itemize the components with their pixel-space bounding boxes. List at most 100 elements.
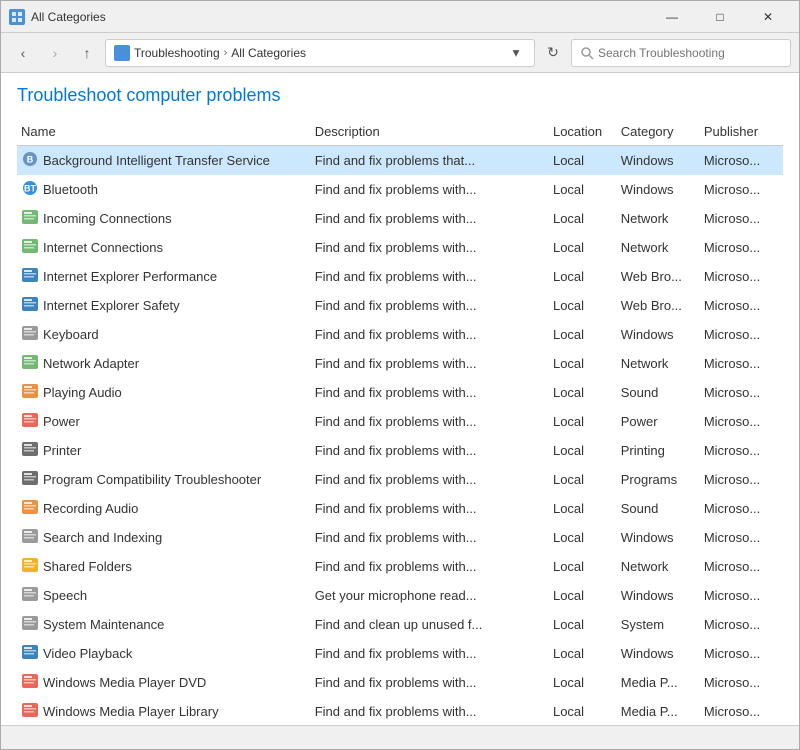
col-header-category[interactable]: Category	[617, 120, 700, 146]
row-name: Playing Audio	[43, 385, 122, 400]
row-icon	[21, 353, 39, 374]
row-publisher: Microso...	[700, 552, 783, 581]
row-desc: Find and fix problems with...	[311, 436, 549, 465]
search-icon	[580, 46, 594, 60]
row-icon: B	[21, 150, 39, 171]
table-body: B Background Intelligent Transfer Servic…	[17, 146, 783, 726]
row-location: Local	[549, 146, 617, 176]
row-location: Local	[549, 639, 617, 668]
forward-button[interactable]: ›	[41, 39, 69, 67]
table-row[interactable]: Playing Audio Find and fix problems with…	[17, 378, 783, 407]
address-icon	[114, 45, 130, 61]
row-name: Internet Explorer Safety	[43, 298, 180, 313]
row-icon	[21, 614, 39, 635]
col-header-name[interactable]: Name	[17, 120, 311, 146]
up-button[interactable]: ↑	[73, 39, 101, 67]
table-row[interactable]: Windows Media Player Library Find and fi…	[17, 697, 783, 725]
address-dropdown-button[interactable]: ▾	[506, 39, 526, 67]
breadcrumb-part-troubleshooting[interactable]: Troubleshooting	[134, 46, 220, 60]
col-header-location[interactable]: Location	[549, 120, 617, 146]
row-publisher: Microso...	[700, 523, 783, 552]
row-desc: Get your microphone read...	[311, 581, 549, 610]
row-desc: Find and fix problems with...	[311, 291, 549, 320]
row-location: Local	[549, 465, 617, 494]
table-row[interactable]: Video Playback Find and fix problems wit…	[17, 639, 783, 668]
status-bar	[1, 725, 799, 749]
row-category: Media P...	[617, 668, 700, 697]
table-row[interactable]: Program Compatibility Troubleshooter Fin…	[17, 465, 783, 494]
breadcrumb-separator: ›	[224, 47, 228, 59]
row-publisher: Microso...	[700, 581, 783, 610]
row-desc: Find and clean up unused f...	[311, 610, 549, 639]
row-name: Keyboard	[43, 327, 99, 342]
row-icon	[21, 382, 39, 403]
table-row[interactable]: Incoming Connections Find and fix proble…	[17, 204, 783, 233]
svg-text:BT: BT	[24, 184, 36, 194]
row-icon	[21, 643, 39, 664]
row-name: Background Intelligent Transfer Service	[43, 153, 270, 168]
row-name: Search and Indexing	[43, 530, 162, 545]
table-row[interactable]: Internet Explorer Safety Find and fix pr…	[17, 291, 783, 320]
row-category: Sound	[617, 378, 700, 407]
row-location: Local	[549, 204, 617, 233]
table-row[interactable]: Printer Find and fix problems with... Lo…	[17, 436, 783, 465]
refresh-button[interactable]: ↻	[539, 39, 567, 67]
window-icon	[9, 9, 25, 25]
row-category: Windows	[617, 581, 700, 610]
table-row[interactable]: B Background Intelligent Transfer Servic…	[17, 146, 783, 176]
row-location: Local	[549, 610, 617, 639]
row-name: Recording Audio	[43, 501, 138, 516]
row-category: Web Bro...	[617, 291, 700, 320]
row-category: Network	[617, 552, 700, 581]
search-input[interactable]	[598, 46, 782, 60]
row-name: Shared Folders	[43, 559, 132, 574]
row-publisher: Microso...	[700, 233, 783, 262]
row-location: Local	[549, 291, 617, 320]
table-header: Name Description Location Category Publi…	[17, 120, 783, 146]
back-button[interactable]: ‹	[9, 39, 37, 67]
row-name: Power	[43, 414, 80, 429]
table-row[interactable]: Search and Indexing Find and fix problem…	[17, 523, 783, 552]
row-icon	[21, 527, 39, 548]
table-row[interactable]: System Maintenance Find and clean up unu…	[17, 610, 783, 639]
breadcrumb-part-all-categories[interactable]: All Categories	[231, 46, 306, 60]
row-desc: Find and fix problems with...	[311, 262, 549, 291]
table-row[interactable]: Power Find and fix problems with... Loca…	[17, 407, 783, 436]
row-category: Power	[617, 407, 700, 436]
row-desc: Find and fix problems with...	[311, 204, 549, 233]
row-desc: Find and fix problems with...	[311, 378, 549, 407]
col-header-publisher[interactable]: Publisher	[700, 120, 783, 146]
row-desc: Find and fix problems with...	[311, 494, 549, 523]
minimize-button[interactable]: —	[649, 1, 695, 33]
row-location: Local	[549, 262, 617, 291]
row-publisher: Microso...	[700, 291, 783, 320]
table-row[interactable]: Internet Explorer Performance Find and f…	[17, 262, 783, 291]
row-location: Local	[549, 349, 617, 378]
row-name: Program Compatibility Troubleshooter	[43, 472, 261, 487]
row-location: Local	[549, 175, 617, 204]
table-row[interactable]: Windows Media Player DVD Find and fix pr…	[17, 668, 783, 697]
row-category: System	[617, 610, 700, 639]
row-name: Video Playback	[43, 646, 132, 661]
row-publisher: Microso...	[700, 436, 783, 465]
table-row[interactable]: Internet Connections Find and fix proble…	[17, 233, 783, 262]
table-row[interactable]: Shared Folders Find and fix problems wit…	[17, 552, 783, 581]
close-button[interactable]: ✕	[745, 1, 791, 33]
row-location: Local	[549, 436, 617, 465]
row-publisher: Microso...	[700, 610, 783, 639]
col-header-desc[interactable]: Description	[311, 120, 549, 146]
maximize-button[interactable]: □	[697, 1, 743, 33]
search-bar[interactable]	[571, 39, 791, 67]
table-row[interactable]: Speech Get your microphone read... Local…	[17, 581, 783, 610]
table-row[interactable]: Network Adapter Find and fix problems wi…	[17, 349, 783, 378]
table-row[interactable]: BT Bluetooth Find and fix problems with.…	[17, 175, 783, 204]
row-icon	[21, 411, 39, 432]
row-desc: Find and fix problems with...	[311, 175, 549, 204]
row-location: Local	[549, 494, 617, 523]
table-row[interactable]: Recording Audio Find and fix problems wi…	[17, 494, 783, 523]
row-desc: Find and fix problems with...	[311, 465, 549, 494]
row-location: Local	[549, 233, 617, 262]
address-bar[interactable]: Troubleshooting › All Categories ▾	[105, 39, 535, 67]
content-area: Troubleshoot computer problems Name Desc…	[1, 73, 799, 725]
table-row[interactable]: Keyboard Find and fix problems with... L…	[17, 320, 783, 349]
